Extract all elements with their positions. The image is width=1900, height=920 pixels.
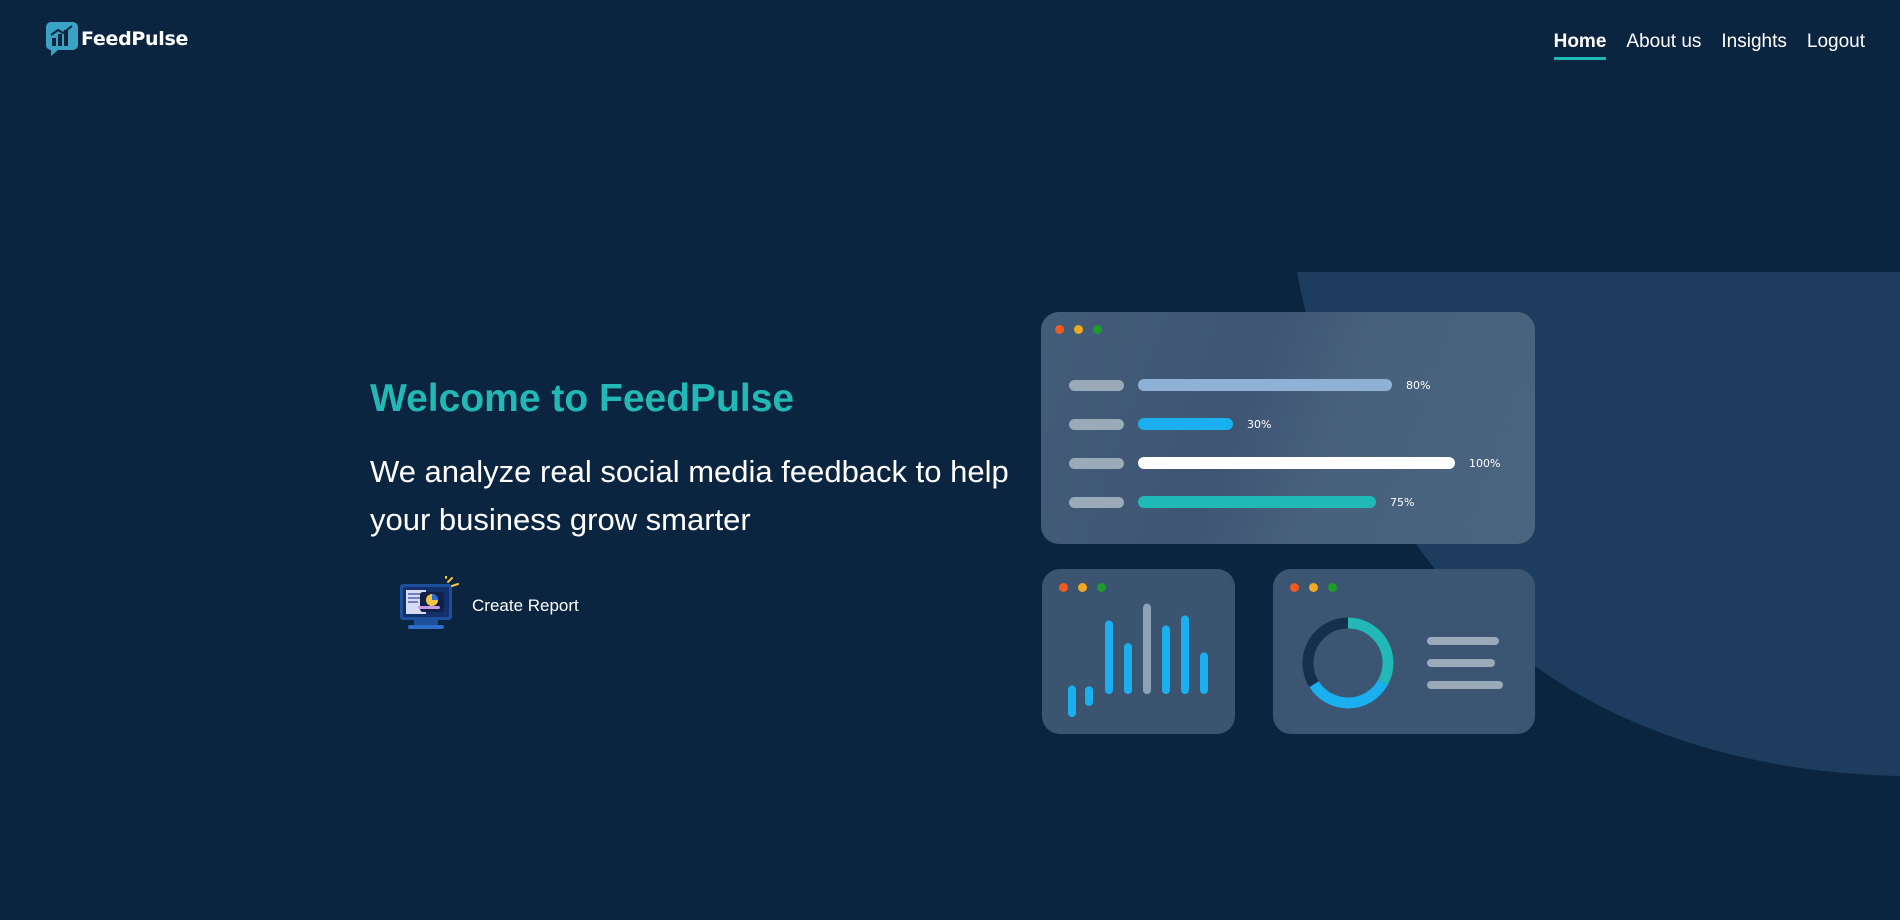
progress-value: 100% — [1469, 456, 1501, 470]
progress-row: 80% — [1069, 378, 1431, 392]
donut-card — [1273, 569, 1535, 734]
progress-card: 80% 30% 100% 75% — [1041, 312, 1535, 544]
progress-value: 75% — [1390, 495, 1415, 509]
create-report-button[interactable]: Create Report — [398, 576, 579, 636]
progress-row: 75% — [1069, 495, 1415, 509]
dot-green — [1093, 325, 1102, 334]
progress-row: 100% — [1069, 456, 1501, 470]
hero-subtitle: We analyze real social media feedback to… — [370, 454, 1009, 537]
progress-row-label — [1069, 457, 1124, 469]
dot-green — [1097, 583, 1106, 592]
nav-insights[interactable]: Insights — [1721, 30, 1786, 60]
nav-logout[interactable]: Logout — [1807, 30, 1865, 60]
progress-bar — [1138, 496, 1376, 508]
progress-bar — [1138, 379, 1392, 391]
report-monitor-icon — [400, 576, 459, 629]
donut-chart — [1302, 617, 1394, 709]
hero-title: Welcome to FeedPulse — [370, 377, 795, 420]
progress-row-label — [1069, 379, 1124, 391]
dot-yellow — [1078, 583, 1087, 592]
progress-row: 30% — [1069, 417, 1272, 431]
progress-value: 30% — [1247, 417, 1272, 431]
progress-row-label — [1069, 418, 1124, 430]
window-dots — [1290, 583, 1337, 592]
nav-about-us[interactable]: About us — [1626, 30, 1701, 60]
main-nav: Home About us Insights Logout — [1553, 30, 1865, 60]
mini-bar-chart — [1068, 603, 1208, 717]
brand-logo[interactable]: FeedPulse — [45, 21, 188, 57]
progress-bar — [1138, 418, 1233, 430]
window-dots — [1055, 325, 1102, 334]
dot-red — [1290, 583, 1299, 592]
legend-line — [1427, 637, 1499, 645]
legend-line — [1427, 659, 1495, 667]
landing-page: FeedPulse Home About us Insights Logout … — [0, 0, 1900, 920]
dot-red — [1059, 583, 1068, 592]
legend-line — [1427, 681, 1503, 689]
progress-bar — [1138, 457, 1455, 469]
bar-chart-card — [1042, 569, 1235, 734]
dot-yellow — [1309, 583, 1318, 592]
brand-name: FeedPulse — [81, 28, 189, 50]
dot-red — [1055, 325, 1064, 334]
progress-value: 80% — [1406, 378, 1431, 392]
dot-green — [1328, 583, 1337, 592]
nav-home[interactable]: Home — [1553, 30, 1607, 60]
progress-row-label — [1069, 496, 1124, 508]
window-dots — [1059, 583, 1106, 592]
dot-yellow — [1074, 325, 1083, 334]
chat-chart-icon — [46, 22, 78, 56]
create-report-label: Create Report — [472, 596, 579, 615]
